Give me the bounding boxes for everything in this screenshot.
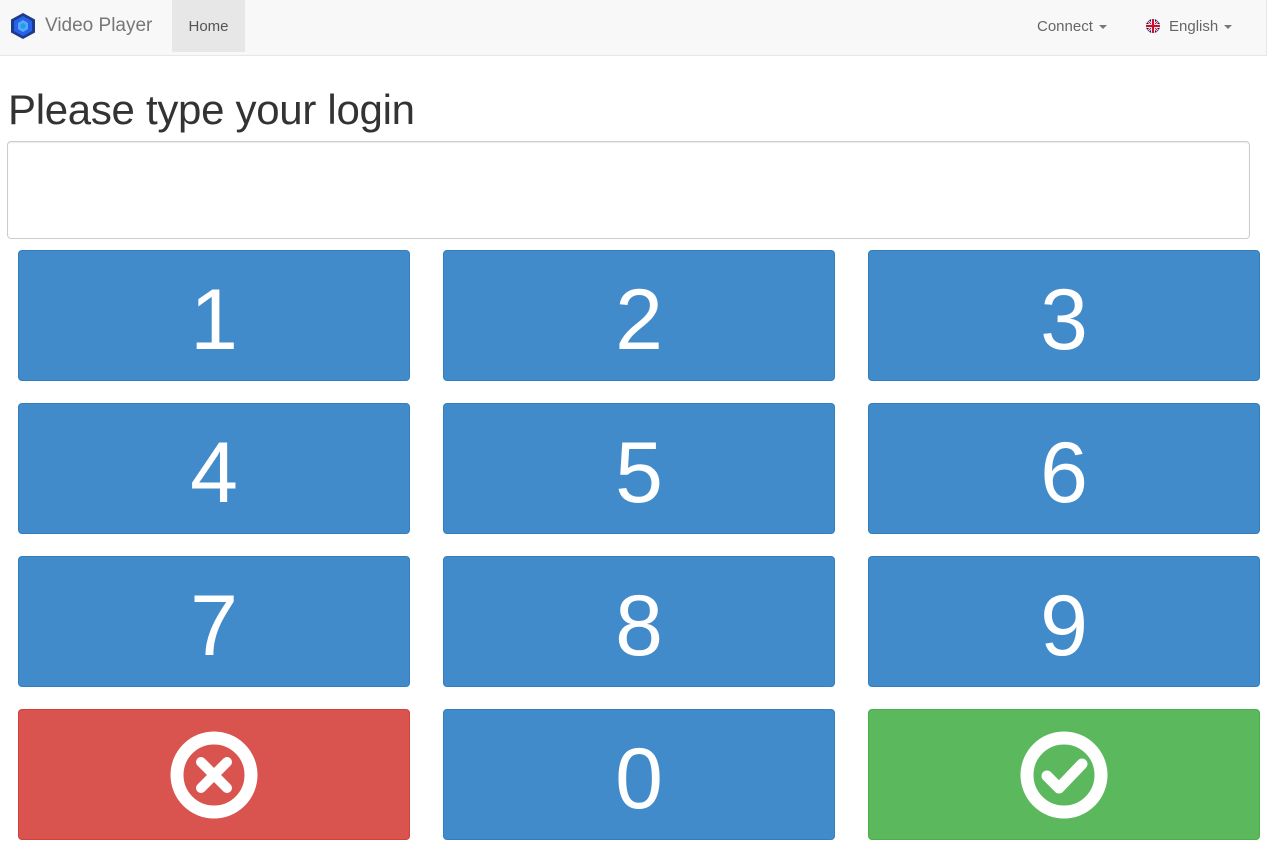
uk-flag-icon bbox=[1146, 19, 1160, 33]
caret-down-icon bbox=[1098, 25, 1107, 29]
nav-home[interactable]: Home bbox=[172, 0, 245, 52]
clear-button[interactable] bbox=[18, 709, 410, 840]
keypad-key-7[interactable]: 7 bbox=[18, 556, 410, 687]
keypad-key-4[interactable]: 4 bbox=[18, 403, 410, 534]
check-circle-icon bbox=[1020, 731, 1108, 818]
keypad-key-5[interactable]: 5 bbox=[443, 403, 835, 534]
language-dropdown[interactable]: English bbox=[1146, 0, 1233, 52]
connect-dropdown[interactable]: Connect bbox=[1037, 0, 1107, 52]
brand-link[interactable]: Video Player bbox=[10, 8, 152, 44]
language-label: English bbox=[1169, 17, 1219, 35]
submit-button[interactable] bbox=[868, 709, 1260, 840]
keypad-key-3[interactable]: 3 bbox=[868, 250, 1260, 381]
caret-down-icon bbox=[1224, 25, 1233, 29]
login-input[interactable] bbox=[7, 141, 1250, 239]
keypad-key-9[interactable]: 9 bbox=[868, 556, 1260, 687]
page-title: Please type your login bbox=[8, 86, 415, 133]
brand-name: Video Player bbox=[45, 15, 153, 36]
keypad-key-2[interactable]: 2 bbox=[443, 250, 835, 381]
keypad-key-6[interactable]: 6 bbox=[868, 403, 1260, 534]
connect-label: Connect bbox=[1037, 17, 1093, 35]
video-player-logo-icon bbox=[11, 13, 35, 39]
times-circle-icon bbox=[170, 731, 258, 818]
keypad-key-1[interactable]: 1 bbox=[18, 250, 410, 381]
top-navbar: Video Player Home Connect English bbox=[0, 0, 1267, 56]
keypad-key-8[interactable]: 8 bbox=[443, 556, 835, 687]
keypad-key-0[interactable]: 0 bbox=[443, 709, 835, 840]
